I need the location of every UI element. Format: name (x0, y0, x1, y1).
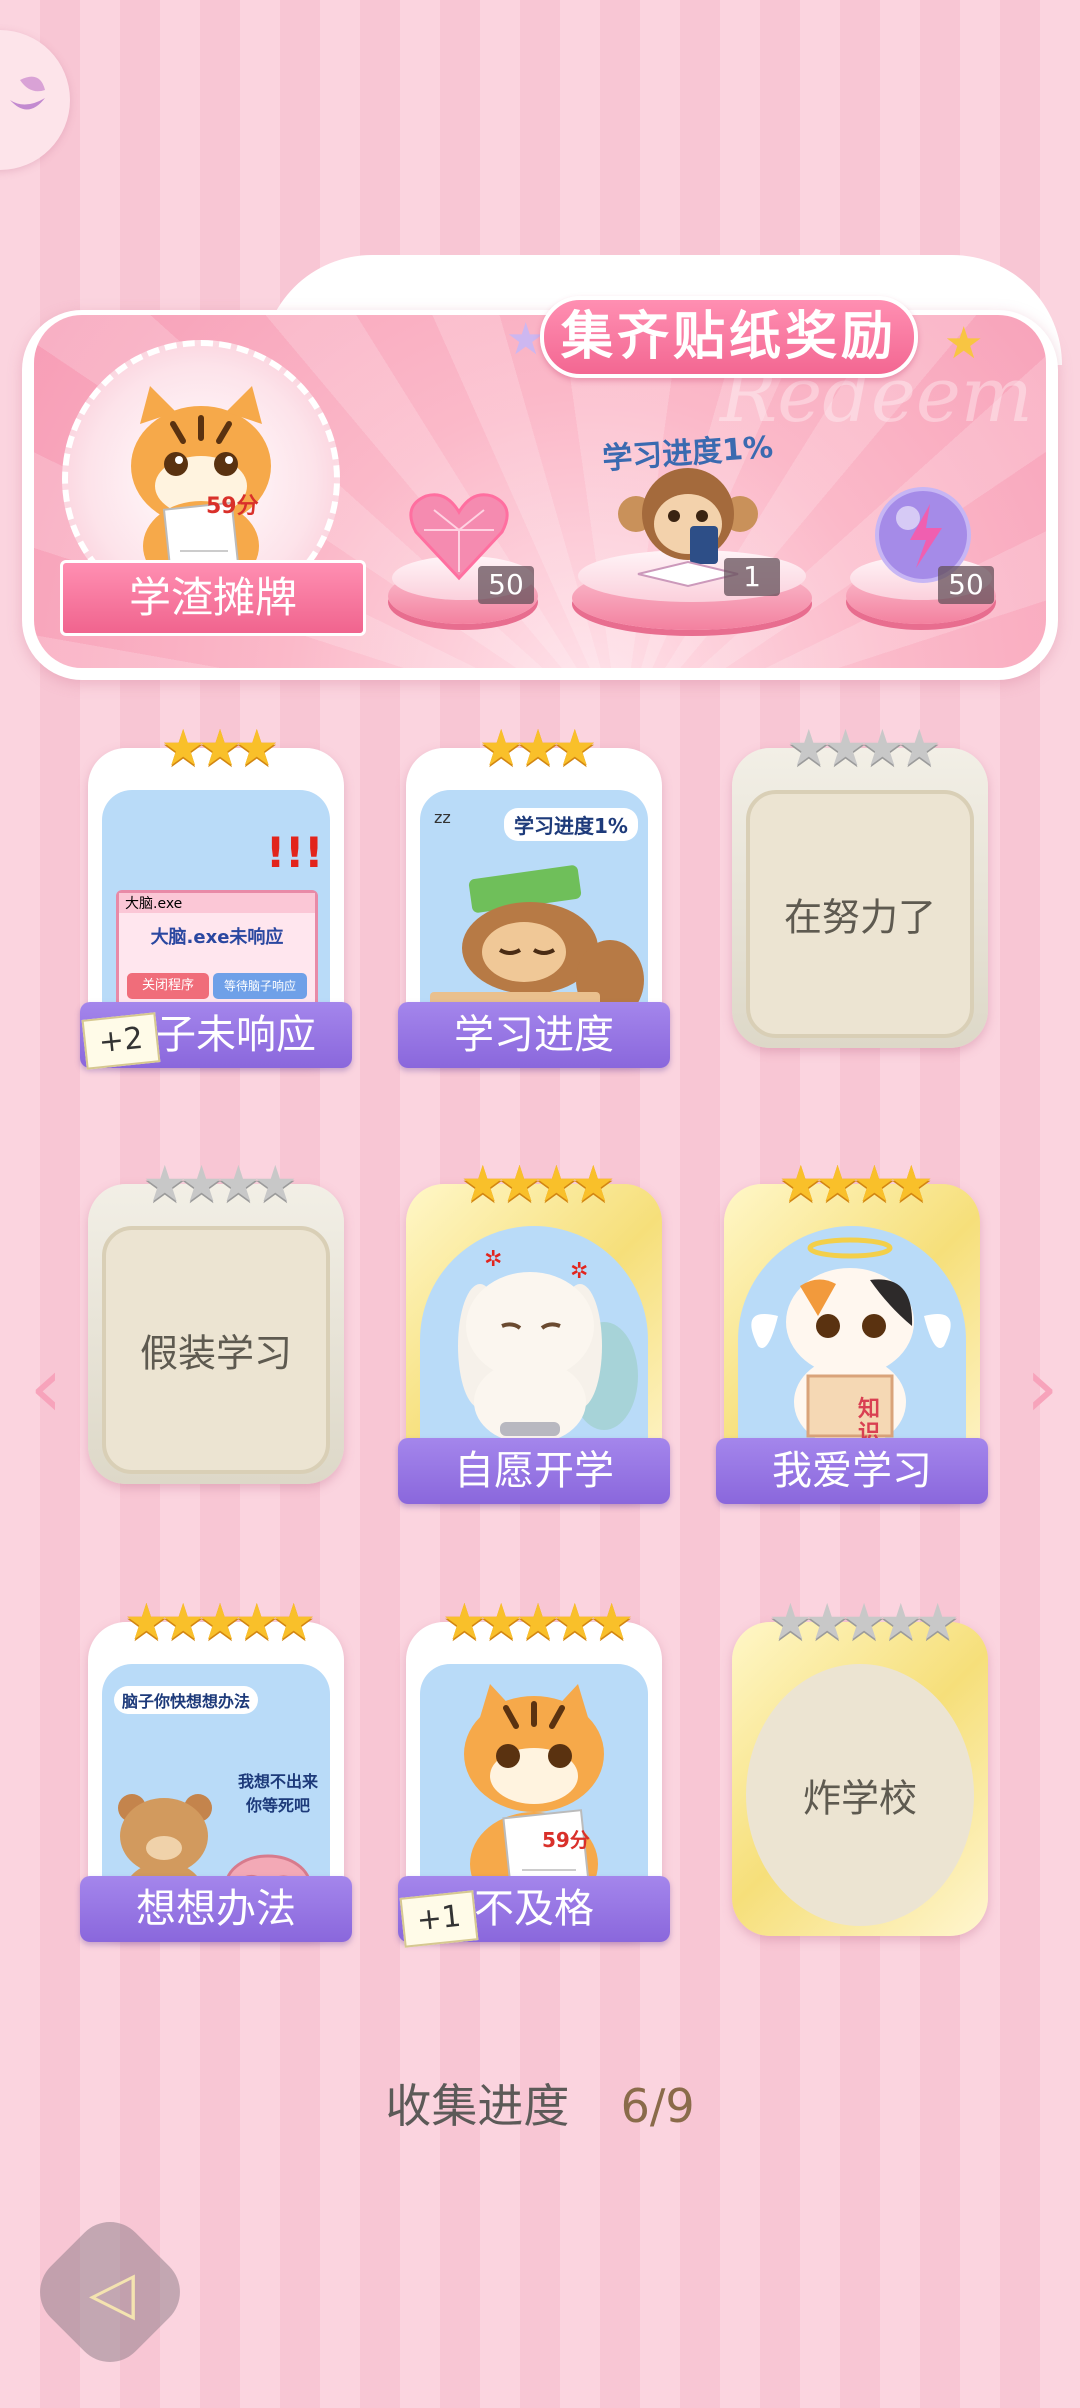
sticker-card-3[interactable]: 在努力了 ★★★★ (732, 720, 988, 1062)
star-rating: ★★★★★ (441, 1593, 634, 1651)
card-frame: 炸学校 (732, 1622, 988, 1936)
card-frame: 59分 不及格 (398, 1622, 670, 1942)
star-rating: ★★★ (478, 719, 598, 777)
collection-progress: 收集进度 6/9 (0, 2070, 1080, 2136)
featured-sticker-name: 学渣摊牌 (60, 560, 366, 636)
card-frame: 知识 我爱学习 (716, 1184, 988, 1504)
star-rating: ★★★★★ (767, 1593, 960, 1651)
star-rating: ★★★★ (778, 1155, 933, 1213)
card-label: 自愿开学 (398, 1438, 670, 1504)
card-label: 炸学校 (802, 1776, 917, 1821)
error-dialog-art: 大脑.exe 大脑.exe未响应 关闭程序 等待脑子响应 (116, 890, 318, 1014)
card-art-locked: 假装学习 (102, 1226, 330, 1474)
bonus-tag: +1 (399, 1890, 479, 1948)
sticker-score: 59分 (206, 494, 259, 519)
menu-corner-button[interactable] (0, 30, 70, 170)
card-label: 在努力了 (783, 895, 936, 940)
sticker-card-9[interactable]: 炸学校 ★★★★★ (732, 1594, 988, 1936)
progress-label: 收集进度 (385, 2079, 570, 2133)
banner-title: 集齐贴纸奖励 (540, 296, 918, 378)
next-page-arrow-icon[interactable]: › (1012, 1342, 1072, 1432)
reward-count: 1 (724, 558, 780, 596)
card-frame: ✲ ✲ 自愿开学 (398, 1184, 670, 1504)
reward-count: 50 (938, 566, 994, 604)
card-label: 想想办法 (80, 1876, 352, 1942)
card-label: 学习进度 (398, 1002, 670, 1068)
card-art-locked: 炸学校 (746, 1664, 974, 1926)
dialog-close-art: 关闭程序 (127, 973, 209, 999)
sticker-card-2[interactable]: 学习进度1% zz 学习进度 ★★★ (398, 719, 670, 1068)
star-rating: ★★★ (160, 719, 280, 777)
sleep-zz: zz (434, 808, 451, 827)
sticker-card-6[interactable]: 知识 我爱学习 ★★★★ (716, 1155, 988, 1504)
dialog-message: 大脑.exe未响应 (150, 927, 284, 948)
card-label: 假装学习 (139, 1331, 292, 1376)
angel-cat-icon (751, 1237, 951, 1448)
card-frame: 学习进度1% zz 学习进度 (398, 748, 670, 1068)
sticker-card-7[interactable]: 脑子你快想想办法 我想不出来 你等死吧 想想办法 ★★★★★ (80, 1593, 352, 1942)
sticker-card-5[interactable]: ✲ ✲ 自愿开学 ★★★★ (398, 1155, 670, 1504)
card-frame: 假装学习 (88, 1184, 344, 1484)
star-rating: ★★★★★ (123, 1593, 316, 1651)
sticker-card-4[interactable]: 假装学习 ★★★★ (88, 1156, 344, 1498)
card-frame: 脑子你快想想办法 我想不出来 你等死吧 想想办法 (80, 1622, 352, 1942)
bunny-icon: ✲ ✲ (458, 1247, 638, 1444)
speech-bubble: 脑子你快想想办法 (114, 1686, 259, 1714)
sticker-card-1[interactable]: !!! 大脑.exe 大脑.exe未响应 关闭程序 等待脑子响应 脑子未响应 ★… (80, 719, 352, 1070)
star-rating: ★★★★ (142, 1155, 297, 1213)
score-text: 59分 (542, 1828, 590, 1852)
dialog-title: 大脑.exe (119, 893, 315, 913)
exclamation-icon: !!! (266, 828, 324, 877)
sticker-card-8[interactable]: 59分 不及格 ★★★★★ +1 (398, 1593, 670, 1948)
flower-icon (10, 76, 45, 110)
back-arrow-icon[interactable]: ◁ (72, 2258, 152, 2328)
progress-value: 6/9 (620, 2079, 695, 2133)
bonus-tag: +2 (81, 1012, 161, 1070)
yellow-star-icon: ★ (944, 318, 984, 369)
dialog-wait-art: 等待脑子响应 (213, 973, 307, 999)
svg-text:✲: ✲ (570, 1259, 588, 1284)
svg-text:✲: ✲ (484, 1247, 502, 1272)
reward-count: 50 (478, 566, 534, 604)
prev-page-arrow-icon[interactable]: ‹ (16, 1342, 76, 1432)
speech-bubble: 学习进度1% (504, 808, 638, 841)
card-frame: 在努力了 (732, 748, 988, 1048)
card-label: 我爱学习 (716, 1438, 988, 1504)
star-rating: ★★★★ (460, 1155, 615, 1213)
star-rating: ★★★★ (786, 719, 941, 777)
card-art-locked: 在努力了 (746, 790, 974, 1038)
